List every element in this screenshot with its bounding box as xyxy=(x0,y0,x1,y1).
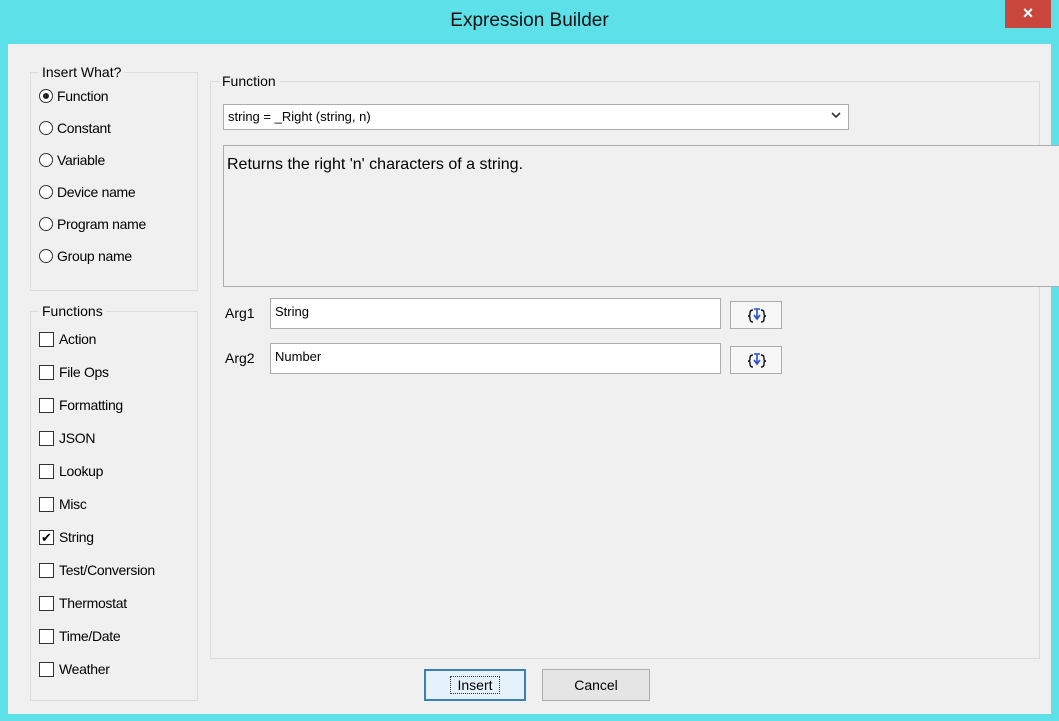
radio-button[interactable] xyxy=(39,249,53,263)
radio-variable[interactable]: Variable xyxy=(39,149,105,171)
window-title: Expression Builder xyxy=(450,10,609,31)
arg1-input[interactable]: String xyxy=(270,298,721,329)
checkbox-thermostat[interactable]: Thermostat xyxy=(39,592,127,614)
dialog-body: Insert What? Function Constant Variable … xyxy=(8,44,1059,714)
close-icon: × xyxy=(1022,3,1034,23)
functions-group: Functions Action File Ops Formatting JSO… xyxy=(30,303,198,701)
radio-device-name[interactable]: Device name xyxy=(39,181,136,203)
checkbox-weather[interactable]: Weather xyxy=(39,658,110,680)
radio-function[interactable]: Function xyxy=(39,85,109,107)
checkbox[interactable] xyxy=(39,595,54,611)
arg1-label: Arg1 xyxy=(225,305,255,321)
arg1-expression-button[interactable] xyxy=(730,301,782,329)
cancel-button[interactable]: Cancel xyxy=(542,669,650,701)
checkbox[interactable] xyxy=(39,397,54,413)
checkbox[interactable] xyxy=(39,463,54,479)
checkbox-test-conversion[interactable]: Test/Conversion xyxy=(39,559,155,581)
radio-constant[interactable]: Constant xyxy=(39,117,111,139)
insert-what-legend: Insert What? xyxy=(39,64,125,80)
arg2-input[interactable]: Number xyxy=(270,343,721,374)
checkbox[interactable] xyxy=(39,661,54,677)
chevron-down-icon[interactable] xyxy=(830,108,842,125)
expression-icon xyxy=(747,308,767,323)
checkbox-string[interactable]: ✔ String xyxy=(39,526,94,548)
radio-button[interactable] xyxy=(39,217,53,231)
radio-button[interactable] xyxy=(39,89,53,103)
radio-button[interactable] xyxy=(39,185,53,199)
functions-legend: Functions xyxy=(39,303,106,319)
checkbox[interactable] xyxy=(39,331,54,347)
radio-button[interactable] xyxy=(39,153,53,167)
insert-what-group: Insert What? Function Constant Variable … xyxy=(30,64,198,291)
expression-icon xyxy=(747,353,767,368)
checkbox-checked[interactable]: ✔ xyxy=(39,529,54,545)
checkbox[interactable] xyxy=(39,496,54,512)
insert-button[interactable]: Insert xyxy=(424,669,526,701)
function-select-value: string = _Right (string, n) xyxy=(228,109,371,124)
checkbox-formatting[interactable]: Formatting xyxy=(39,394,123,416)
function-legend: Function xyxy=(219,73,279,89)
checkbox[interactable] xyxy=(39,364,54,380)
arg2-expression-button[interactable] xyxy=(730,346,782,374)
radio-group-name[interactable]: Group name xyxy=(39,245,132,267)
function-description: Returns the right 'n' characters of a st… xyxy=(223,145,1059,287)
arg2-label: Arg2 xyxy=(225,350,255,366)
close-button[interactable]: × xyxy=(1005,0,1051,28)
checkbox[interactable] xyxy=(39,628,54,644)
checkbox-json[interactable]: JSON xyxy=(39,427,95,449)
checkbox[interactable] xyxy=(39,562,54,578)
function-group: Function string = _Right (string, n) Ret… xyxy=(210,73,1059,659)
checkbox-misc[interactable]: Misc xyxy=(39,493,87,515)
checkbox-action[interactable]: Action xyxy=(39,328,96,350)
title-bar[interactable]: Expression Builder × xyxy=(0,0,1059,44)
radio-program-name[interactable]: Program name xyxy=(39,213,146,235)
radio-button[interactable] xyxy=(39,121,53,135)
checkbox[interactable] xyxy=(39,430,54,446)
checkbox-file-ops[interactable]: File Ops xyxy=(39,361,109,383)
function-select[interactable]: string = _Right (string, n) xyxy=(223,104,849,130)
expression-builder-window: Expression Builder × Insert What? Functi… xyxy=(0,0,1059,721)
checkbox-time-date[interactable]: Time/Date xyxy=(39,625,121,647)
checkbox-lookup[interactable]: Lookup xyxy=(39,460,103,482)
